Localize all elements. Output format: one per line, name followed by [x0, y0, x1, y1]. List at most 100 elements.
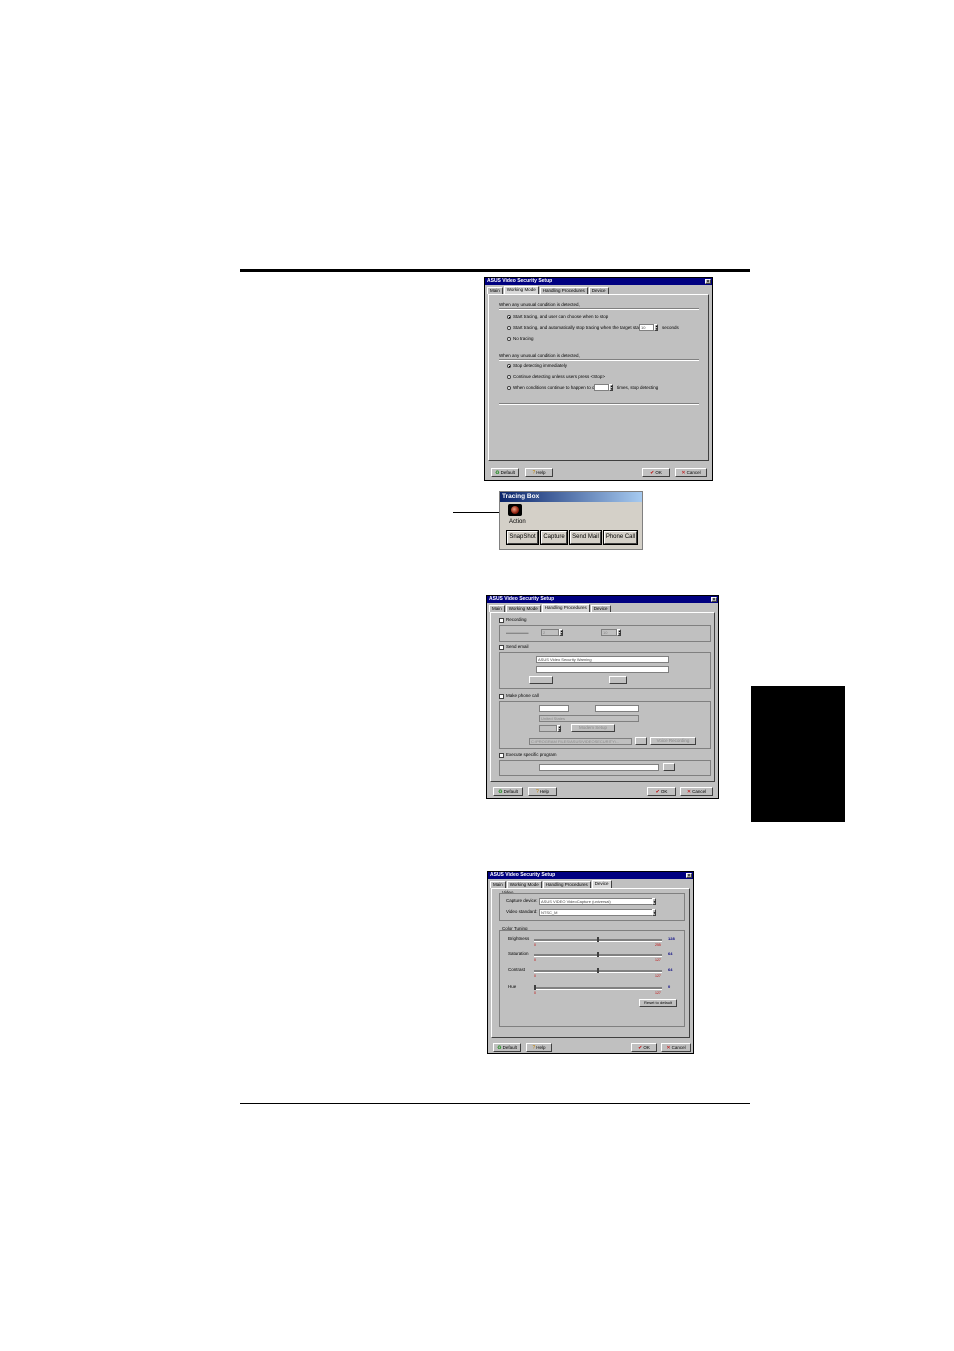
email-settings-button[interactable]: [609, 676, 627, 684]
tab-handling-procedures[interactable]: Handling Procedures: [541, 604, 590, 612]
option-no-tracing-radio[interactable]: [507, 337, 511, 341]
dialog-title: ASUS Video Security Setup: [489, 596, 555, 602]
hue-min: 0: [534, 991, 536, 995]
phone-call-button[interactable]: Phone Call: [603, 530, 638, 545]
contrast-label: Contrast: [508, 967, 526, 972]
close-icon[interactable]: ×: [711, 597, 717, 603]
recording-label: Recording: [506, 617, 527, 622]
contrast-thumb[interactable]: [597, 968, 599, 973]
tab-main[interactable]: Main: [487, 287, 503, 294]
default-button[interactable]: ♻Default: [493, 1043, 521, 1052]
option-times-radio[interactable]: [507, 386, 511, 390]
ok-button[interactable]: ✔OK: [642, 468, 670, 477]
callout-pointer-line: [453, 512, 501, 513]
execute-program-checkbox[interactable]: [499, 753, 504, 758]
hue-thumb[interactable]: [534, 985, 536, 990]
dial-retry-input[interactable]: [539, 725, 557, 732]
tab-panel: When any unusual condition is detected, …: [488, 294, 709, 461]
send-mail-button[interactable]: Send Mail: [569, 530, 602, 545]
saturation-value: 64: [668, 951, 673, 956]
send-email-checkbox[interactable]: [499, 645, 504, 650]
recording-checkbox[interactable]: [499, 618, 504, 623]
capture-device-label: Capture device:: [506, 898, 538, 903]
brightness-thumb[interactable]: [597, 937, 599, 942]
help-button[interactable]: ?Help: [525, 468, 553, 477]
option-start-tracing-user-stop-radio[interactable]: [507, 315, 511, 319]
recording-rate-input[interactable]: 10: [601, 629, 617, 636]
tab-device[interactable]: Device: [590, 605, 611, 612]
default-button[interactable]: ♻Default: [493, 787, 523, 796]
country-select[interactable]: United States: [539, 715, 639, 722]
tab-working-mode[interactable]: Working Mode: [505, 605, 541, 612]
times-spinner[interactable]: ▲ ▼: [609, 384, 613, 391]
contrast-max: 127: [655, 974, 661, 978]
recording-rate-spinner[interactable]: ▲ ▼: [617, 629, 621, 636]
browse-voice-button[interactable]: [635, 737, 647, 745]
area-code-input[interactable]: [539, 705, 569, 712]
tab-main[interactable]: Main: [490, 881, 506, 888]
help-button[interactable]: ?Help: [528, 787, 557, 796]
video-standard-select[interactable]: NTSC_M: [539, 909, 653, 916]
recording-duration-spinner[interactable]: ▲ ▼: [559, 629, 563, 636]
capture-button[interactable]: Capture: [540, 530, 568, 545]
cancel-button[interactable]: ✕Cancel: [675, 468, 707, 477]
reset-to-default-button[interactable]: Reset to default: [639, 999, 677, 1007]
program-path-input[interactable]: [539, 764, 659, 771]
email-subject-input[interactable]: ASUS Video Security Warning: [536, 656, 669, 663]
dialog-title: ASUS Video Security Setup: [490, 872, 556, 878]
tab-working-mode[interactable]: Working Mode: [506, 881, 542, 888]
video-standard-dropdown-icon[interactable]: ▼: [652, 909, 656, 916]
option-start-tracing-user-stop-label: Start tracing, and user can choose when …: [513, 314, 609, 319]
modem-setup-button[interactable]: Modem Setup: [571, 724, 615, 732]
hue-label: Hue: [508, 984, 517, 989]
phone-call-checkbox[interactable]: [499, 694, 504, 699]
cancel-button[interactable]: ✕Cancel: [661, 1043, 691, 1052]
phone-number-input[interactable]: [595, 705, 639, 712]
tab-handling-procedures[interactable]: Handling Procedures: [539, 287, 588, 294]
setup-dialog-device: ASUS Video Security Setup × Main Working…: [487, 871, 694, 1054]
dial-retry-spinner[interactable]: ▲ ▼: [557, 725, 561, 732]
voice-file-input[interactable]: C:\PROGRAM FILES\ASUS\VIDEOSECURITY\...: [529, 738, 632, 745]
capture-device-select[interactable]: ASUS VIDEO VideoCapture (universal): [539, 898, 653, 905]
tab-device[interactable]: Device: [591, 880, 612, 888]
recording-duration-label: ▬▬▬▬▬: [506, 630, 529, 635]
ok-button[interactable]: ✔OK: [647, 787, 676, 796]
seconds-spinner[interactable]: ▲ ▼: [654, 324, 658, 331]
footer-rule: [240, 1103, 750, 1104]
times-unit-label: times, stop detecting: [617, 385, 659, 390]
seconds-input[interactable]: 10: [639, 324, 654, 331]
tab-handling-procedures[interactable]: Handling Procedures: [542, 881, 591, 888]
close-icon[interactable]: ×: [686, 873, 692, 879]
capture-device-dropdown-icon[interactable]: ▼: [652, 898, 656, 905]
close-icon[interactable]: ×: [705, 279, 711, 285]
tab-device[interactable]: Device: [588, 287, 609, 294]
option-continue-detecting-radio[interactable]: [507, 375, 511, 379]
header-rule: [240, 269, 750, 272]
option-auto-stop-radio[interactable]: [507, 326, 511, 330]
send-email-label: Send email: [506, 644, 529, 649]
saturation-thumb[interactable]: [597, 952, 599, 957]
hue-slider[interactable]: [534, 987, 662, 990]
tab-strip: Main Working Mode Handling Procedures De…: [487, 603, 718, 612]
browse-program-button[interactable]: [663, 763, 675, 771]
option-auto-stop-label: Start tracing, and automatically stop tr…: [513, 325, 658, 330]
recording-duration-input[interactable]: 2: [541, 629, 559, 636]
dialog-title-bar: ASUS Video Security Setup ×: [485, 278, 712, 285]
voice-recording-button[interactable]: Voice Recording: [650, 737, 696, 745]
panel-bottom-divider: [499, 403, 699, 405]
group2-divider: [499, 359, 699, 361]
option-stop-detecting-label: Stop detecting immediately: [513, 363, 568, 368]
ok-button[interactable]: ✔OK: [631, 1043, 657, 1052]
email-recipient-input[interactable]: [536, 666, 669, 673]
snapshot-button[interactable]: SnapShot: [506, 530, 539, 545]
option-stop-detecting-radio[interactable]: [507, 364, 511, 368]
tab-panel: Video Capture device: ASUS VIDEO VideoCa…: [491, 888, 690, 1038]
help-button[interactable]: ?Help: [526, 1043, 552, 1052]
email-attach-button[interactable]: [529, 676, 553, 684]
default-button[interactable]: ♻Default: [491, 468, 519, 477]
tab-main[interactable]: Main: [489, 605, 505, 612]
tab-working-mode[interactable]: Working Mode: [503, 286, 539, 294]
brightness-label: Brightness: [508, 936, 530, 941]
cancel-button[interactable]: ✕Cancel: [680, 787, 713, 796]
times-input[interactable]: [594, 384, 609, 391]
